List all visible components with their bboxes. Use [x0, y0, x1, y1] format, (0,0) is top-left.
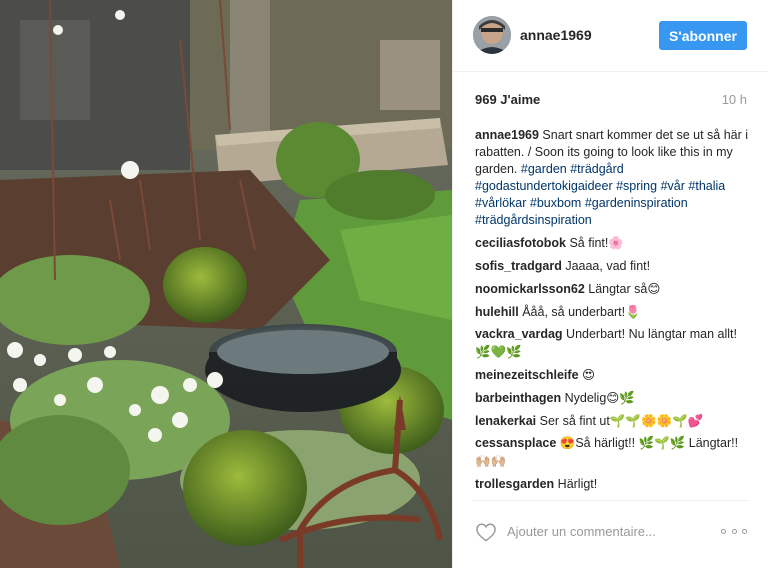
garden-photo-image: [0, 0, 452, 568]
comment-author[interactable]: hulehill: [475, 305, 519, 319]
post-meta: 969 J'aime 10 h: [475, 92, 747, 110]
dot: [742, 528, 747, 534]
comment-item: vackra_vardag Underbart! Nu längtar man …: [475, 326, 751, 361]
hashtag[interactable]: #godastundertokigaideer: [475, 179, 613, 193]
hashtag[interactable]: #spring: [616, 179, 657, 193]
comment-author[interactable]: trollesgarden: [475, 477, 554, 491]
hashtag[interactable]: #garden: [521, 162, 567, 176]
hashtag[interactable]: #gardeninspiration: [585, 196, 688, 210]
comment-item: sofis_tradgard Jaaaa, vad fint!: [475, 257, 751, 275]
comment-author[interactable]: ceciliasfotobok: [475, 236, 566, 250]
comment-author[interactable]: sofis_tradgard: [475, 259, 562, 273]
comment-text: Ser så fint ut: [536, 414, 610, 428]
hashtag[interactable]: #trädgård: [570, 162, 624, 176]
username-link[interactable]: annae1969: [520, 27, 592, 43]
comment-item: noomickarlsson62 Längtar så😊: [475, 280, 751, 298]
hashtag[interactable]: #thalia: [688, 179, 725, 193]
comment-item: ceciliasfotobok Så fint!🌸: [475, 234, 751, 252]
comment-emoji: 🌿💚🌿: [475, 344, 522, 359]
comment-emoji: 🌷: [625, 304, 641, 319]
comment-author[interactable]: cessansplace: [475, 436, 556, 450]
comment-emoji: 😊: [647, 281, 661, 296]
caption-author[interactable]: annae1969: [475, 128, 539, 142]
comment-text: Längtar så: [584, 282, 648, 296]
comment-item: hulehill Ååå, så underbart!🌷: [475, 303, 751, 321]
comment-input[interactable]: [507, 520, 707, 542]
dot: [731, 528, 737, 534]
comment-author[interactable]: meinezeitschleife: [475, 368, 579, 382]
comment-text: Jaaaa, vad fint!: [561, 259, 651, 273]
post-details-panel: annae1969 S'abonner 969 J'aime 10 h anna…: [452, 0, 768, 568]
dot: [721, 528, 726, 534]
comment-item: cessansplace 😍Så härligt!! 🌿🌱🌿 Längtar!!…: [475, 435, 751, 470]
follow-button[interactable]: S'abonner: [659, 21, 747, 50]
comment-text: 😍Så härligt!! 🌿🌱🌿 Längtar!!: [556, 436, 739, 450]
avatar-image: [473, 16, 511, 54]
comment-item: trollesgarden Härligt!: [475, 475, 751, 493]
hashtag[interactable]: #vår: [661, 179, 685, 193]
comment-emoji: 😍: [582, 367, 596, 382]
comment-text: Ååå, så underbart!: [518, 305, 626, 319]
post-header: annae1969 S'abonner: [453, 0, 768, 72]
comment-item: lenakerkai Ser så fint ut🌱🌱🌼🌼🌱💕: [475, 412, 751, 430]
hashtag[interactable]: #trädgårdsinspiration: [475, 213, 592, 227]
more-options-icon[interactable]: [721, 527, 747, 535]
comment-text: Så fint!: [566, 236, 609, 250]
comment-author[interactable]: vackra_vardag: [475, 327, 563, 341]
likes-count[interactable]: 969 J'aime: [475, 92, 540, 107]
comment-item: barbeinthagen Nydelig😊🌿: [475, 389, 751, 407]
hashtag[interactable]: #buxbom: [530, 196, 581, 210]
comment-author[interactable]: lenakerkai: [475, 414, 536, 428]
comment-text: Underbart! Nu längtar man allt!: [562, 327, 737, 341]
comments-list: annae1969 Snart snart kommer det se ut s…: [475, 127, 751, 502]
hashtag[interactable]: #vårlökar: [475, 196, 526, 210]
post-timestamp[interactable]: 10 h: [722, 92, 747, 107]
comment-emoji: 🌱🌱🌼🌼🌱💕: [609, 413, 704, 428]
comment-item: meinezeitschleife 😍: [475, 366, 751, 384]
comment-author[interactable]: barbeinthagen: [475, 391, 561, 405]
heart-icon[interactable]: [475, 522, 497, 542]
comment-text: Nydelig: [561, 391, 607, 405]
footer-divider: [473, 500, 749, 501]
avatar[interactable]: [473, 16, 511, 54]
comment-emoji: 😊🌿: [606, 390, 635, 405]
comment-emoji: 🙌🏼🙌🏼: [475, 453, 507, 468]
comment-author[interactable]: noomickarlsson62: [475, 282, 585, 296]
comment-emoji: 🌸: [608, 235, 624, 250]
post-photo[interactable]: [0, 0, 452, 568]
comment-text: Härligt!: [554, 477, 598, 491]
post-caption: annae1969 Snart snart kommer det se ut s…: [475, 127, 751, 229]
